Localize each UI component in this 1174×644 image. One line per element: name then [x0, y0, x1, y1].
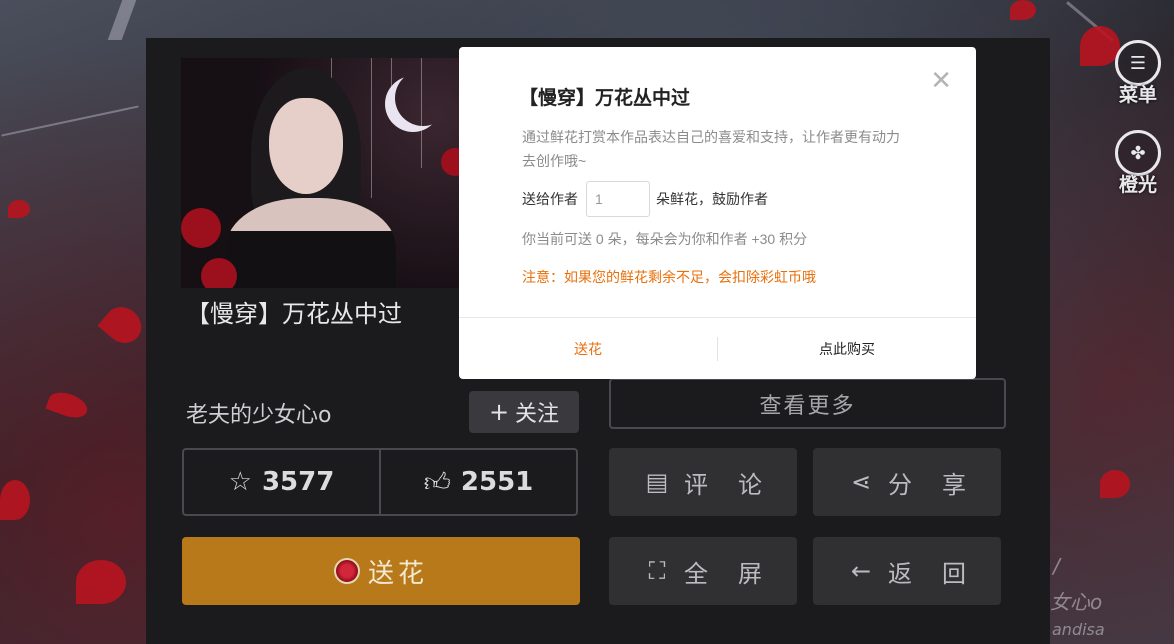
work-cover-image [181, 58, 481, 288]
like-stat[interactable]: 👍︎ 2551 [379, 450, 576, 514]
flower-balance-info: 你当前可送 0 朵，每朵会为你和作者 +30 积分 [522, 231, 808, 247]
comment-button[interactable]: ▤ 评论 [609, 448, 797, 516]
side-orange-label: 橙光 [1118, 174, 1157, 196]
unit-label: 朵鲜花，鼓励作者 [656, 191, 768, 207]
dialog-title: 【慢穿】万花丛中过 [519, 88, 691, 109]
share-icon: ⋖ [850, 468, 872, 496]
send-flower-label: 送花 [367, 558, 428, 589]
rose-icon [333, 558, 360, 584]
fullscreen-label: 全屏 [684, 559, 792, 588]
dialog-footer: 送花 点此购买 [459, 318, 976, 379]
dialog-description: 通过鲜花打赏本作品表达自己的喜爱和支持，让作者更有动力去创作哦~ [522, 129, 900, 169]
stats-box: ☆ 3577 👍︎ 2551 [182, 448, 578, 516]
star-icon: ☆ [228, 467, 252, 497]
star-stat[interactable]: ☆ 3577 [184, 450, 379, 514]
fullscreen-button[interactable]: ⛶ 全屏 [609, 537, 797, 605]
author-name[interactable]: 老夫的少女心o [186, 397, 331, 429]
warning-text: 注意：如果您的鲜花剩余不足，会扣除彩虹币哦 [522, 269, 816, 285]
follow-label: 关注 [515, 402, 560, 427]
fullscreen-icon: ⛶ [648, 557, 666, 585]
thumbs-up-icon: 👍︎ [423, 467, 451, 498]
back-arrow-icon: ← [850, 557, 872, 585]
share-button[interactable]: ⋖ 分享 [813, 448, 1001, 516]
send-to-label: 送给作者 [522, 191, 578, 207]
follow-button[interactable]: + 关注 [469, 391, 579, 433]
view-more-button[interactable]: 查看更多 [609, 378, 1006, 429]
side-menu-button[interactable]: ☰ 菜单 [1112, 40, 1164, 107]
comment-icon: ▤ [645, 468, 669, 496]
quantity-row: 送给作者 朵鲜花，鼓励作者 [522, 181, 768, 217]
share-label: 分享 [888, 470, 996, 499]
background-signature-tag: andisa [1052, 620, 1105, 639]
dialog-send-button[interactable]: 送花 [459, 339, 717, 359]
dialog-buy-button[interactable]: 点此购买 [717, 336, 976, 361]
plus-icon: + [488, 398, 510, 426]
close-icon[interactable]: ✕ [930, 67, 952, 93]
side-menu-label: 菜单 [1118, 84, 1157, 106]
side-orange-button[interactable]: ✤ 橙光 [1112, 130, 1164, 197]
like-count: 2551 [460, 467, 534, 497]
flower-quantity-input[interactable] [586, 181, 650, 217]
back-label: 返回 [888, 559, 996, 588]
comment-label: 评论 [684, 470, 792, 499]
send-flower-button[interactable]: 送花 [182, 537, 580, 605]
send-flower-dialog: 【慢穿】万花丛中过 ✕ 通过鲜花打赏本作品表达自己的喜爱和支持，让作者更有动力去… [459, 47, 976, 379]
work-title: 【慢穿】万花丛中过 [186, 300, 402, 328]
back-button[interactable]: ← 返回 [813, 537, 1001, 605]
background-signature-name: 女心o [1050, 590, 1103, 614]
star-count: 3577 [261, 467, 335, 497]
